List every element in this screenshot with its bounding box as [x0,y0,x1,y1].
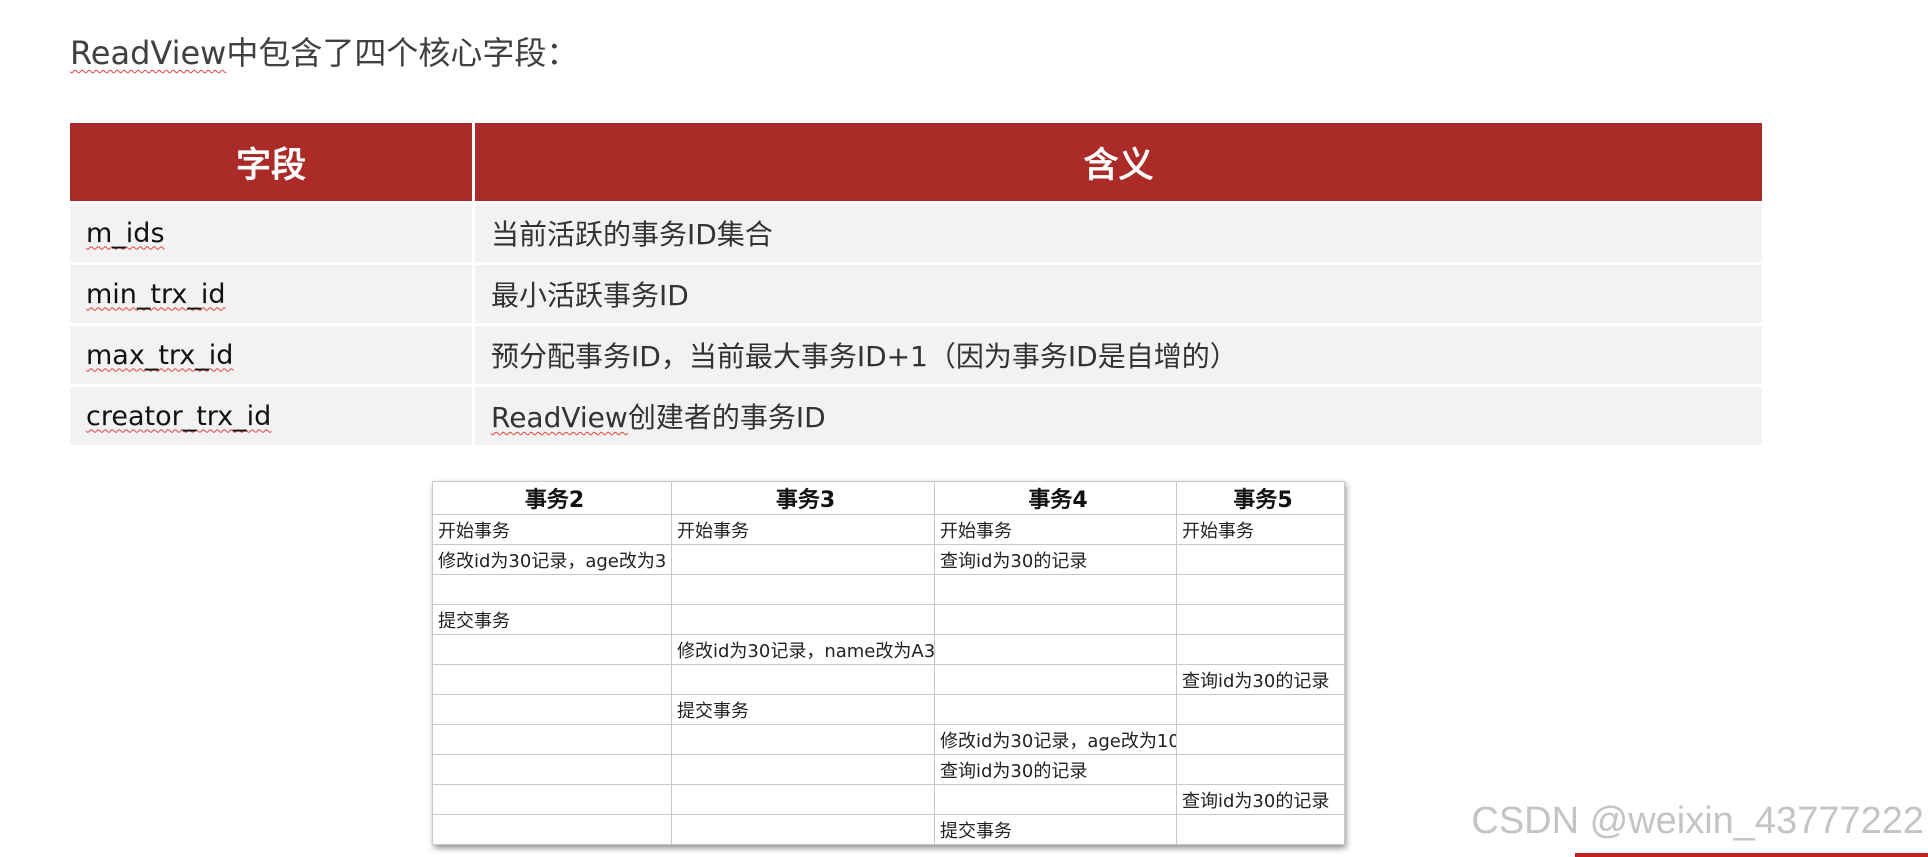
field-name-cell: creator_trx_id [70,387,472,445]
table-row: min_trx_id 最小活跃事务ID [70,265,1762,323]
field-meaning: 创建者的事务ID [627,401,826,434]
grid-cell [432,634,672,665]
grid-cell [934,604,1177,635]
transaction-timeline: 事务2 事务3 事务4 事务5 开始事务 开始事务 开始事务 开始事务 修改id为30记… [432,481,1345,845]
grid-header-row: 事务2 事务3 事务4 事务5 [432,481,1345,515]
field-name-cell: m_ids [70,204,472,262]
grid-cell: 开始事务 [432,514,672,545]
table-row: 查询id为30的记录 [432,664,1345,695]
grid-cell [671,814,935,845]
grid-cell [432,724,672,755]
heading-rest: 中包含了四个核心字段： [226,34,579,72]
grid-cell: 查询id为30的记录 [934,754,1177,785]
red-bar [1575,853,1928,857]
grid-cell: 查询id为30的记录 [1176,664,1345,695]
grid-cell [1176,814,1345,845]
table-row: 修改id为30记录，age改为10 [432,724,1345,755]
grid-cell [934,694,1177,725]
grid-cell [1176,544,1345,575]
grid-cell [432,814,672,845]
grid-cell: 修改id为30记录，name改为A3 [671,634,935,665]
grid-cell [1176,694,1345,725]
table-row: 开始事务 开始事务 开始事务 开始事务 [432,514,1345,545]
field-meaning-cell: ReadView创建者的事务ID [475,387,1762,445]
field-meaning: 预分配事务ID，当前最大事务ID+1（因为事务ID是自增的） [475,326,1762,384]
grid-header: 事务4 [934,481,1177,515]
grid-cell [934,664,1177,695]
grid-cell [1176,574,1345,605]
heading-latin: ReadView [70,34,227,72]
table-row: 查询id为30的记录 [432,754,1345,785]
table-row: m_ids 当前活跃的事务ID集合 [70,204,1762,262]
readview-fields-table: 字段 含义 m_ids 当前活跃的事务ID集合 min_trx_id 最小活跃事… [67,120,1765,448]
grid-cell [1176,754,1345,785]
grid-cell [432,784,672,815]
field-name: min_trx_id [86,278,226,310]
grid-cell [1176,604,1345,635]
field-name: creator_trx_id [86,400,272,432]
grid-cell [671,574,935,605]
grid-cell [671,724,935,755]
table-row: 提交事务 [432,694,1345,725]
grid-cell: 提交事务 [432,604,672,635]
grid-cell: 提交事务 [934,814,1177,845]
grid-cell [671,664,935,695]
table-row [432,574,1345,605]
fields-header-row: 字段 含义 [70,123,1762,201]
grid-cell [934,784,1177,815]
table-row: 提交事务 [432,814,1345,845]
grid-body: 开始事务 开始事务 开始事务 开始事务 修改id为30记录，age改为3 查询id为30的… [432,514,1345,845]
grid-cell: 修改id为30记录，age改为10 [934,724,1177,755]
grid-cell [934,634,1177,665]
field-name-cell: max_trx_id [70,326,472,384]
grid-cell: 提交事务 [671,694,935,725]
grid-cell [432,574,672,605]
grid-cell [671,754,935,785]
grid-header: 事务3 [671,481,935,515]
field-name: m_ids [86,217,165,249]
page-heading: ReadView中包含了四个核心字段： [70,28,578,74]
field-name-cell: min_trx_id [70,265,472,323]
header-field: 字段 [70,123,472,201]
table-row: 提交事务 [432,604,1345,635]
meaning-latin: ReadView [491,401,628,434]
grid-cell [671,544,935,575]
grid-cell [671,784,935,815]
table-row: creator_trx_id ReadView创建者的事务ID [70,387,1762,445]
grid-cell [1176,724,1345,755]
grid-cell: 开始事务 [1176,514,1345,545]
table-row: 修改id为30记录，age改为3 查询id为30的记录 [432,544,1345,575]
header-meaning: 含义 [475,123,1762,201]
grid-header: 事务5 [1176,481,1345,515]
grid-header: 事务2 [432,481,672,515]
grid-cell: 开始事务 [934,514,1177,545]
field-meaning: 最小活跃事务ID [475,265,1762,323]
grid-cell [432,694,672,725]
grid-cell [432,664,672,695]
transaction-grid: 事务2 事务3 事务4 事务5 开始事务 开始事务 开始事务 开始事务 修改id为30记… [432,481,1345,845]
grid-cell: 开始事务 [671,514,935,545]
grid-cell: 修改id为30记录，age改为3 [432,544,672,575]
field-name: max_trx_id [86,339,234,371]
grid-cell [671,604,935,635]
grid-cell [934,574,1177,605]
watermark: CSDN @weixin_43777222 [1471,800,1924,842]
field-meaning: 当前活跃的事务ID集合 [475,204,1762,262]
grid-cell [1176,634,1345,665]
grid-cell [432,754,672,785]
grid-cell: 查询id为30的记录 [934,544,1177,575]
table-row: 查询id为30的记录 [432,784,1345,815]
table-row: max_trx_id 预分配事务ID，当前最大事务ID+1（因为事务ID是自增的… [70,326,1762,384]
grid-cell: 查询id为30的记录 [1176,784,1345,815]
table-row: 修改id为30记录，name改为A3 [432,634,1345,665]
